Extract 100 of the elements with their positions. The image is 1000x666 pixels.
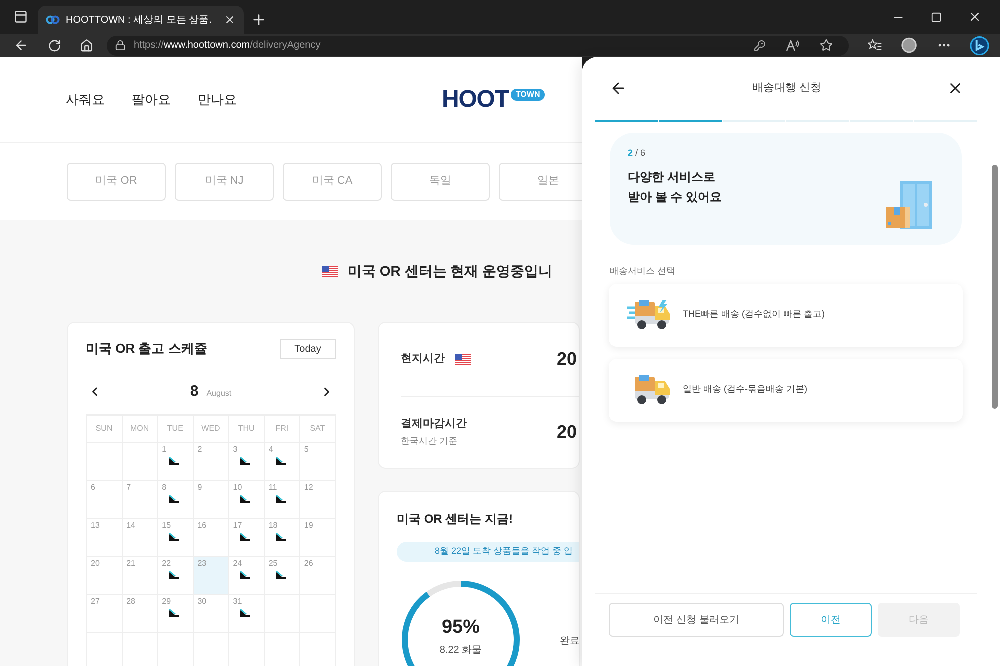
month-number: 8 (190, 382, 199, 402)
step-counter: 2 / 6 (628, 147, 647, 160)
scrollbar[interactable] (990, 57, 1000, 666)
profile-icon[interactable] (901, 37, 918, 54)
calendar-day[interactable]: 18 (264, 518, 300, 556)
day-number: 7 (126, 484, 132, 492)
back-arrow-icon[interactable] (610, 80, 627, 97)
service-option[interactable]: 일반 배송 (검수-묶음배송 기본) (609, 358, 963, 422)
calendar-day[interactable]: 7 (122, 480, 158, 518)
calendar-day[interactable]: 19 (300, 518, 336, 556)
country-tab[interactable]: 미국 NJ (175, 162, 274, 200)
country-tab[interactable]: 미국 OR (67, 162, 166, 200)
calendar-day[interactable]: 27 (87, 594, 123, 632)
calendar-day[interactable]: 28 (122, 594, 158, 632)
ramp-icon (239, 456, 252, 466)
day-number: 10 (233, 484, 244, 492)
close-window-icon[interactable] (968, 10, 982, 24)
day-number: 3 (233, 446, 239, 454)
day-number: 27 (91, 598, 101, 606)
url-text: https://www.hoottown.com/deliveryAgency (134, 39, 322, 53)
copilot-icon[interactable] (970, 36, 990, 56)
calendar-day[interactable]: 6 (87, 480, 123, 518)
today-button[interactable]: Today (280, 339, 336, 359)
calendar-day[interactable]: 22 (158, 556, 194, 594)
calendar-day[interactable]: 9 (194, 480, 230, 518)
maximize-icon[interactable] (931, 12, 942, 22)
us-flag-icon (455, 354, 471, 365)
day-number: 2 (198, 446, 204, 454)
calendar-day[interactable]: 23 (194, 556, 230, 594)
day-number: 14 (126, 522, 136, 530)
calendar-day[interactable]: 4 (264, 442, 300, 480)
day-number: 22 (162, 560, 172, 568)
tab-title: HOOTTOWN : 세상의 모든 상품. (66, 14, 212, 28)
day-number: 24 (233, 560, 244, 568)
work-banner: 8월 22일 도착 상품들을 작업 중 입 (397, 542, 579, 562)
day-number: 29 (162, 598, 172, 606)
calendar-day[interactable]: 1 (158, 442, 194, 480)
close-tab-icon[interactable] (224, 14, 236, 26)
day-number: 12 (304, 484, 314, 492)
favorite-star-icon[interactable] (820, 39, 833, 52)
home-icon[interactable] (80, 38, 94, 52)
key-icon[interactable] (754, 40, 766, 52)
cargo-caption: 8.22 화물 (440, 644, 482, 658)
calendar-day[interactable]: 21 (122, 556, 158, 594)
time-value: 20 (556, 420, 577, 444)
percent-value: 95% (442, 616, 480, 640)
site-favicon-icon (46, 15, 60, 25)
calendar-day[interactable]: 17 (229, 518, 265, 556)
read-aloud-icon[interactable] (786, 40, 800, 52)
ramp-icon (239, 494, 252, 504)
calendar-day[interactable]: 20 (87, 556, 123, 594)
calendar-day[interactable]: 31 (229, 594, 265, 632)
time-label: 결제마감시간 (401, 416, 467, 432)
browser-tab[interactable]: HOOTTOWN : 세상의 모든 상품. (38, 6, 244, 34)
country-tab[interactable]: 미국 CA (283, 162, 382, 200)
service-option[interactable]: THE빠른 배송 (검수없이 빠른 출고) (609, 284, 963, 346)
calendar-day[interactable]: 30 (194, 594, 230, 632)
day-number: 4 (268, 446, 274, 454)
calendar-day[interactable]: 5 (300, 442, 336, 480)
nav-link[interactable]: 만나요 (198, 90, 237, 110)
calendar-day[interactable]: 8 (158, 480, 194, 518)
new-tab-icon[interactable] (251, 12, 267, 28)
door-box-drawing (886, 181, 934, 231)
day-number: 26 (304, 560, 314, 568)
ramp-icon (274, 456, 287, 466)
calendar-day[interactable]: 10 (229, 480, 265, 518)
time-value: 20 (556, 348, 577, 371)
ramp-icon (274, 570, 287, 580)
calendar-day[interactable]: 14 (122, 518, 158, 556)
load-previous-button[interactable]: 이전 신청 불러오기 (609, 603, 784, 637)
ramp-icon (274, 494, 287, 504)
day-number: 19 (304, 522, 314, 530)
calendar-day[interactable]: 25 (264, 556, 300, 594)
calendar-day[interactable]: 15 (158, 518, 194, 556)
intro-headline: 다양한 서비스로 받아 볼 수 있어요 (628, 168, 722, 206)
day-number: 25 (268, 560, 279, 568)
calendar-day[interactable]: 16 (194, 518, 230, 556)
time-note: 한국시간 기준 (401, 435, 459, 448)
calendar-day[interactable]: 11 (264, 480, 300, 518)
calendar-day[interactable]: 3 (229, 442, 265, 480)
previous-button[interactable]: 이전 (790, 603, 872, 637)
tab-actions-icon[interactable] (14, 10, 28, 24)
address-bar[interactable]: https://www.hoottown.com/deliveryAgency (106, 36, 849, 56)
back-icon[interactable] (14, 38, 29, 53)
calendar-day[interactable]: 29 (158, 594, 194, 632)
nav-link[interactable]: 팔아요 (132, 90, 171, 110)
favorites-icon[interactable] (868, 39, 882, 52)
calendar-day[interactable]: 24 (229, 556, 265, 594)
nav-link[interactable]: 사줘요 (66, 90, 105, 110)
country-tab[interactable]: 독일 (391, 162, 490, 200)
calendar-day[interactable]: 12 (300, 480, 336, 518)
calendar-day[interactable]: 13 (87, 518, 123, 556)
ramp-icon (168, 456, 180, 466)
drawer-title: 배송대행 신청 (752, 81, 822, 96)
hoottown-logo[interactable]: HOOT TOWN (442, 88, 546, 112)
calendar-day[interactable]: 2 (194, 442, 230, 480)
ramp-icon (239, 532, 252, 542)
ramp-icon (168, 608, 180, 618)
calendar-day[interactable]: 26 (300, 556, 336, 594)
reload-icon[interactable] (48, 38, 62, 52)
